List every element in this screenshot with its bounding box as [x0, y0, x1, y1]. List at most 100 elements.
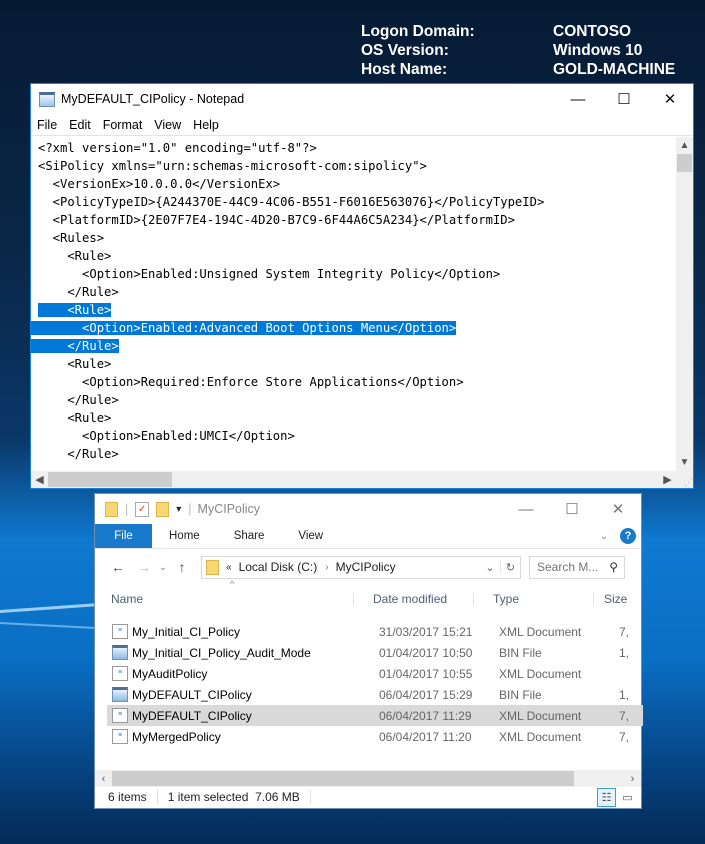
text-line[interactable]: <SiPolicy xmlns="urn:schemas-microsoft-c… — [38, 157, 676, 175]
forward-arrow-icon[interactable]: → — [131, 559, 157, 575]
column-date-modified[interactable]: Date modified — [353, 592, 473, 606]
xml-file-icon: ≡ — [112, 624, 128, 639]
address-bar[interactable]: « Local Disk (C:) › MyCIPolicy ⌄ ↻ — [201, 555, 521, 579]
text-line[interactable]: <Rule> — [38, 355, 676, 373]
scroll-up-icon[interactable]: ▲ — [676, 137, 693, 154]
column-size[interactable]: Size — [593, 592, 627, 606]
file-row[interactable]: ≡ MyDEFAULT_CIPolicy 06/04/2017 11:29 XML D… — [107, 705, 643, 726]
file-row[interactable]: MyDEFAULT_CIPolicy 06/04/2017 15:29 BIN Fi… — [107, 684, 643, 705]
minimize-button[interactable]: — — [503, 494, 549, 524]
scroll-thumb[interactable] — [677, 154, 692, 172]
breadcrumb-overflow[interactable]: « — [226, 562, 232, 573]
text-line[interactable]: <Rule> — [38, 301, 676, 319]
text-line[interactable]: </Rule> — [38, 445, 676, 463]
text-line[interactable]: <VersionEx>10.0.0.0</VersionEx> — [38, 175, 676, 193]
maximize-button[interactable]: ☐ — [549, 494, 595, 524]
text-line[interactable]: <?xml version="1.0" encoding="utf-8"?> — [38, 139, 676, 157]
resize-grip-icon[interactable]: ⋰ — [676, 471, 693, 488]
text-line[interactable]: <Option>Enabled:UMCI</Option> — [38, 427, 676, 445]
search-box[interactable]: Search M... ⚲ — [529, 555, 625, 579]
file-row[interactable]: My_Initial_CI_Policy_Audit_Mode 01/04/201… — [107, 642, 643, 663]
separator — [156, 790, 158, 804]
text-line[interactable]: </Rule> — [38, 391, 676, 409]
scroll-right-icon[interactable]: ▶ — [659, 471, 676, 488]
file-name: MyAuditPolicy — [132, 666, 208, 681]
wallpaper-light-beam — [0, 622, 100, 630]
large-icons-view-icon[interactable]: ▭ — [618, 788, 637, 807]
close-button[interactable]: ✕ — [595, 494, 641, 524]
horizontal-scrollbar[interactable]: ◀ ▶ — [31, 471, 676, 488]
menu-file[interactable]: File — [37, 118, 57, 132]
chevron-right-icon[interactable]: › — [325, 562, 328, 573]
search-icon[interactable]: ⚲ — [609, 560, 618, 574]
info-row-os: OS Version: Windows 10 — [361, 41, 675, 60]
scroll-left-icon[interactable]: ◀ — [31, 471, 48, 488]
recent-locations-icon[interactable]: ⌄ — [157, 562, 169, 573]
tab-home[interactable]: Home — [152, 524, 217, 548]
line-text: <PolicyTypeID>{A244370E-44C9-4C06-B551-F… — [38, 195, 545, 209]
quick-access-toolbar: | ✓ ▾ | — [105, 501, 192, 517]
back-arrow-icon[interactable]: ← — [105, 559, 131, 575]
file-name: My_Initial_CI_Policy_Audit_Mode — [132, 645, 311, 660]
text-line[interactable]: </Rule> — [31, 337, 676, 355]
properties-icon[interactable]: ✓ — [135, 501, 150, 517]
maximize-button[interactable]: ☐ — [601, 84, 647, 114]
text-line[interactable]: <Rule> — [38, 247, 676, 265]
folder-icon — [105, 501, 118, 517]
minimize-button[interactable]: — — [555, 84, 601, 114]
file-row[interactable]: ≡ MyMergedPolicy 06/04/2017 11:20 XML Docum… — [107, 726, 643, 747]
minimize-icon: — — [570, 90, 586, 108]
line-text: <PlatformID>{2E07F7E4-194C-4D20-B7C9-6F4… — [38, 213, 515, 227]
tab-file[interactable]: File — [95, 524, 152, 548]
address-dropdown-icon[interactable]: ⌄ — [480, 561, 500, 574]
text-editor-area[interactable]: <?xml version="1.0" encoding="utf-8"?> <S… — [31, 137, 676, 471]
notepad-titlebar[interactable]: MyDEFAULT_CIPolicy - Notepad — ☐ ✕ — [31, 84, 693, 114]
scroll-left-icon[interactable]: ‹ — [95, 773, 112, 785]
text-line[interactable]: <PlatformID>{2E07F7E4-194C-4D20-B7C9-6F4… — [38, 211, 676, 229]
text-line[interactable]: <Rule> — [38, 409, 676, 427]
text-line[interactable]: </Rule> — [38, 283, 676, 301]
info-row-host: Host Name: GOLD-MACHINE — [361, 60, 675, 79]
customize-toolbar-icon[interactable]: ▾ — [176, 504, 181, 515]
breadcrumb-current-folder[interactable]: MyCIPolicy — [336, 560, 396, 574]
file-size: 1, — [619, 687, 630, 702]
text-line[interactable]: <Option>Required:Enforce Store Applicati… — [38, 373, 676, 391]
tab-view[interactable]: View — [281, 524, 340, 548]
up-arrow-icon[interactable]: ↑ — [169, 559, 195, 575]
text-line[interactable]: <Option>Enabled:Unsigned System Integrit… — [38, 265, 676, 283]
scroll-right-icon[interactable]: › — [624, 773, 641, 785]
line-text: <Rule> — [38, 249, 112, 263]
wallpaper-light-beam — [0, 603, 100, 613]
tab-share[interactable]: Share — [217, 524, 282, 548]
menu-view[interactable]: View — [154, 118, 181, 132]
info-row-domain: Logon Domain: CONTOSO — [361, 22, 675, 41]
details-view-icon[interactable]: ☷ — [597, 787, 616, 807]
scroll-thumb[interactable] — [112, 771, 574, 786]
vertical-scrollbar[interactable]: ▲ ▼ — [676, 137, 693, 471]
expand-ribbon-icon[interactable]: ⌄ — [600, 531, 608, 542]
help-icon[interactable]: ? — [620, 528, 636, 544]
menu-help[interactable]: Help — [193, 118, 219, 132]
horizontal-scrollbar[interactable]: ‹ › — [95, 770, 641, 787]
scroll-down-icon[interactable]: ▼ — [676, 454, 693, 471]
close-button[interactable]: ✕ — [647, 84, 693, 114]
explorer-titlebar[interactable]: | ✓ ▾ | MyCIPolicy — ☐ ✕ — [95, 494, 641, 524]
scroll-thumb[interactable] — [48, 472, 172, 487]
column-name[interactable]: Name — [95, 592, 353, 606]
line-text: <Option>Enabled:Unsigned System Integrit… — [38, 267, 501, 281]
text-line[interactable]: <Option>Enabled:Advanced Boot Options Me… — [31, 319, 676, 337]
file-row[interactable]: ≡ My_Initial_CI_Policy 31/03/2017 15:21 XML… — [107, 621, 643, 642]
text-line[interactable]: <PolicyTypeID>{A244370E-44C9-4C06-B551-F… — [38, 193, 676, 211]
file-size: 7, — [619, 708, 630, 723]
file-date: 06/04/2017 11:29 — [379, 708, 472, 723]
breadcrumb-local-disk[interactable]: Local Disk (C:) — [239, 560, 318, 574]
text-line[interactable]: <Rules> — [38, 229, 676, 247]
menu-format[interactable]: Format — [103, 118, 143, 132]
file-row[interactable]: ≡ MyAuditPolicy 01/04/2017 10:55 XML Docume… — [107, 663, 643, 684]
menu-edit[interactable]: Edit — [69, 118, 91, 132]
new-folder-icon[interactable] — [156, 501, 170, 517]
file-date: 01/04/2017 10:55 — [379, 666, 473, 681]
document-text[interactable]: <?xml version="1.0" encoding="utf-8"?> <S… — [31, 137, 676, 463]
refresh-icon[interactable]: ↻ — [500, 560, 520, 574]
column-type[interactable]: Type — [473, 592, 593, 606]
